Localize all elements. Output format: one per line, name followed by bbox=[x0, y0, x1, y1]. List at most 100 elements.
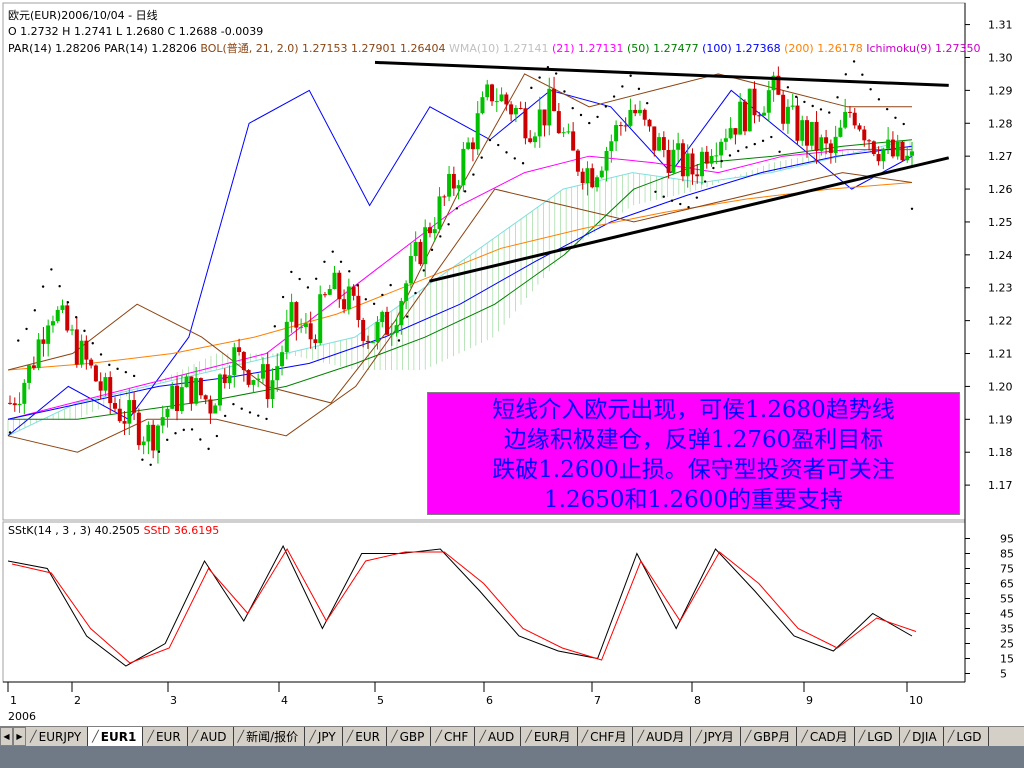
candle bbox=[122, 421, 127, 424]
open-label: O bbox=[8, 25, 17, 38]
price-tick-label: 1.31 bbox=[988, 19, 1013, 32]
tab-13[interactable]: JPY月 bbox=[691, 727, 741, 746]
chart-title: 欧元(EUR)2006/10/04 - 日线 bbox=[8, 8, 158, 22]
candle bbox=[447, 173, 452, 197]
ohlc-readout: O 1.2732 H 1.2741 L 1.2680 C 1.2688 -0.0… bbox=[8, 25, 263, 38]
tab-10[interactable]: EUR月 bbox=[521, 727, 578, 746]
candle bbox=[385, 311, 390, 335]
indicator-1: PAR(14) 1.28206 bbox=[101, 42, 197, 55]
candle bbox=[590, 168, 595, 188]
candle bbox=[251, 380, 256, 385]
tab-5[interactable]: JPY bbox=[305, 727, 343, 746]
candle bbox=[509, 104, 514, 115]
candle bbox=[704, 151, 709, 164]
candle bbox=[322, 294, 327, 296]
candle bbox=[12, 403, 17, 406]
stoch-tick-label: 95 bbox=[1000, 533, 1014, 546]
sheet-tab-bar: ◀ ▶ EURJPYEUR1EURAUD新闻/报价JPYEURGBPCHFAUD… bbox=[0, 726, 1024, 746]
tab-scroll-left-icon[interactable]: ◀ bbox=[0, 727, 13, 746]
candle bbox=[599, 170, 604, 178]
candle bbox=[910, 151, 914, 156]
stoch-tick-label: 75 bbox=[1000, 563, 1014, 576]
tab-1[interactable]: EUR1 bbox=[88, 727, 144, 746]
candle bbox=[499, 94, 504, 102]
candle bbox=[260, 364, 265, 379]
tab-scroll-right-icon[interactable]: ▶ bbox=[13, 727, 26, 746]
candle bbox=[714, 155, 719, 157]
indicator-10: Ichimoku(9) 1.27350 bbox=[863, 42, 981, 55]
candle bbox=[847, 111, 852, 113]
open-value: 1.2732 bbox=[20, 25, 59, 38]
candle bbox=[742, 101, 747, 132]
candle bbox=[413, 241, 418, 257]
candle bbox=[828, 143, 833, 153]
candle bbox=[852, 112, 857, 126]
candle bbox=[719, 141, 724, 156]
month-tick-label: 4 bbox=[281, 694, 288, 707]
tab-0[interactable]: EURJPY bbox=[26, 727, 89, 746]
tab-16[interactable]: LGD bbox=[854, 727, 900, 746]
candle bbox=[404, 283, 409, 301]
tab-12[interactable]: AUD月 bbox=[633, 727, 692, 746]
candle bbox=[709, 155, 714, 164]
tab-6[interactable]: EUR bbox=[342, 727, 387, 746]
month-tick-label: 6 bbox=[486, 694, 493, 707]
candle bbox=[179, 387, 184, 412]
candle bbox=[695, 174, 700, 177]
stoch-d-value: 36.6195 bbox=[174, 524, 220, 537]
tab-15[interactable]: CAD月 bbox=[797, 727, 855, 746]
candle bbox=[50, 321, 55, 326]
month-tick-label: 1 bbox=[10, 694, 17, 707]
candle bbox=[814, 121, 819, 151]
candle bbox=[55, 309, 60, 322]
stoch-legend: SStK(14 , 3 , 3) 40.2505 SStD 36.6195 bbox=[8, 524, 219, 537]
candle bbox=[876, 154, 881, 162]
candle bbox=[227, 375, 232, 384]
candle bbox=[466, 142, 471, 149]
candle bbox=[685, 153, 690, 177]
tab-17[interactable]: DJIA bbox=[899, 727, 944, 746]
tab-7[interactable]: GBP bbox=[386, 727, 432, 746]
tab-8[interactable]: CHF bbox=[431, 727, 476, 746]
candle bbox=[556, 111, 561, 134]
tab-9[interactable]: AUD bbox=[475, 727, 522, 746]
candle bbox=[470, 142, 475, 150]
price-tick-label: 1.25 bbox=[988, 216, 1013, 229]
candle bbox=[475, 113, 480, 150]
candle bbox=[265, 364, 270, 400]
candle bbox=[165, 408, 170, 418]
month-tick-label: 10 bbox=[909, 694, 923, 707]
price-tick-label: 1.26 bbox=[988, 183, 1013, 196]
tab-14[interactable]: GBP月 bbox=[740, 727, 798, 746]
candle bbox=[60, 305, 65, 310]
candle bbox=[843, 111, 848, 128]
candle bbox=[890, 139, 895, 157]
candle bbox=[762, 112, 767, 116]
candle bbox=[618, 125, 623, 127]
candle bbox=[203, 395, 208, 400]
candle bbox=[70, 329, 75, 331]
candle bbox=[700, 151, 705, 177]
candle bbox=[175, 385, 180, 412]
candle bbox=[127, 400, 132, 424]
candle bbox=[432, 229, 437, 234]
candle bbox=[733, 128, 738, 135]
indicator-2: BOL(普通, 21, 2.0) 1.27153 bbox=[197, 41, 348, 55]
candle bbox=[222, 374, 227, 384]
candle bbox=[795, 105, 800, 141]
candle bbox=[623, 125, 628, 127]
change-value: -0.0039 bbox=[221, 25, 263, 38]
tab-3[interactable]: AUD bbox=[187, 727, 234, 746]
tab-2[interactable]: EUR bbox=[143, 727, 188, 746]
tab-11[interactable]: CHF月 bbox=[577, 727, 634, 746]
candle bbox=[528, 138, 533, 143]
tab-18[interactable]: LGD bbox=[943, 727, 989, 746]
candle bbox=[790, 105, 795, 107]
candle bbox=[456, 185, 461, 189]
candle bbox=[31, 365, 36, 368]
candle bbox=[151, 424, 156, 451]
tab-4[interactable]: 新闻/报价 bbox=[233, 727, 306, 746]
candle bbox=[170, 385, 175, 409]
price-tick-label: 1.17 bbox=[988, 479, 1013, 492]
month-tick-label: 3 bbox=[170, 694, 177, 707]
